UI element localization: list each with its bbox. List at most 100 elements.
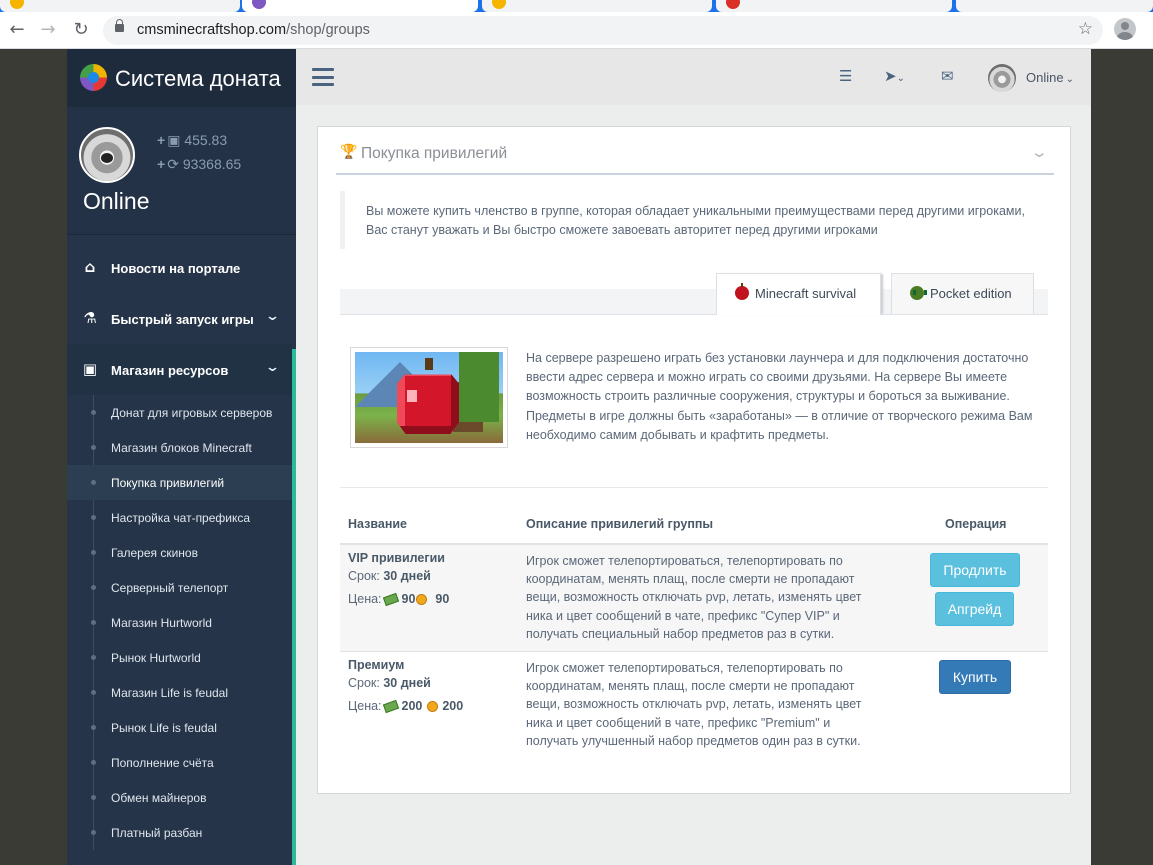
- sidebar-subitem[interactable]: Настройка чат-префикса: [67, 500, 292, 535]
- sidebar-subitem[interactable]: Серверный телепорт: [67, 570, 292, 605]
- balance-coins-value: 93368.65: [182, 156, 242, 172]
- avatar[interactable]: [79, 127, 135, 183]
- game-image: [350, 347, 508, 448]
- sidebar-subitem-label: Рынок Life is feudal: [111, 721, 217, 735]
- column-header: Описание привилегий группы: [526, 517, 714, 531]
- chevron-down-icon: ⌄: [264, 360, 281, 375]
- sidebar-subitem[interactable]: Платный разбан: [67, 815, 292, 850]
- bullet-icon: [91, 480, 96, 485]
- group-price: Цена: 200 200: [348, 699, 464, 714]
- bookmark-star-icon[interactable]: ☆: [1078, 19, 1093, 39]
- user-status: Online: [83, 188, 150, 214]
- sidebar-item-news[interactable]: ⌂ Новости на портале: [67, 242, 292, 293]
- reload-icon[interactable]: ↻: [69, 18, 93, 42]
- url-path: /shop/groups: [286, 22, 370, 38]
- favicon-icon: [10, 0, 24, 9]
- tab-label: Pocket edition: [930, 286, 1012, 301]
- upgrade-button[interactable]: Апгрейд: [935, 592, 1014, 626]
- plus-icon: +: [157, 132, 166, 148]
- top-header: ☰ ➤⌄ ✉ Online ⌄: [296, 49, 1091, 105]
- refresh-icon: ⟳: [167, 156, 179, 172]
- sidebar-subitem[interactable]: Пополнение счёта: [67, 745, 292, 780]
- user-status: Online: [1026, 70, 1064, 85]
- tab-pocket-edition[interactable]: Pocket edition: [891, 273, 1034, 314]
- price-coins: 90: [435, 592, 450, 606]
- sidebar-item-label: Быстрый запуск игры: [111, 312, 254, 327]
- brand[interactable]: Система доната: [67, 49, 296, 107]
- address-bar[interactable]: cmsminecraftshop.com/shop/groups ☆: [103, 16, 1103, 45]
- avatar[interactable]: [988, 64, 1016, 92]
- bullet-icon: [91, 620, 96, 625]
- price-coins: 200: [442, 699, 464, 713]
- url-host: cmsminecraftshop.com: [137, 22, 287, 38]
- hamburger-menu-icon[interactable]: [312, 68, 334, 86]
- mail-icon[interactable]: ✉: [941, 67, 954, 85]
- tab-minecraft-survival[interactable]: Minecraft survival: [716, 273, 881, 315]
- favicon-icon: [726, 0, 740, 9]
- user-menu[interactable]: Online ⌄: [1026, 70, 1074, 85]
- balance-money-value: 455.83: [184, 132, 228, 148]
- money-icon: [382, 700, 399, 714]
- collapse-chevron-icon[interactable]: ⌄: [1030, 143, 1049, 161]
- group-name: Премиум: [348, 658, 405, 672]
- group-term: Срок: 30 дней: [348, 676, 431, 690]
- sidebar-subitem-active[interactable]: Покупка привилегий: [67, 465, 292, 500]
- browser-tab[interactable]: [482, 0, 712, 12]
- telegram-icon[interactable]: ➤⌄: [884, 67, 905, 85]
- bullet-icon: [91, 445, 96, 450]
- group-term: Срок: 30 дней: [348, 569, 431, 583]
- page-right-backdrop: [1091, 49, 1153, 865]
- divider: [340, 487, 1048, 488]
- lock-icon: [115, 19, 124, 32]
- bullet-icon: [91, 550, 96, 555]
- sidebar-subitem[interactable]: Рынок Hurtworld: [67, 640, 292, 675]
- extend-button[interactable]: Продлить: [930, 553, 1020, 587]
- trophy-icon: 🏆: [340, 144, 358, 160]
- browser-tab[interactable]: [0, 0, 240, 12]
- term-value: 30 дней: [383, 569, 431, 583]
- sidebar-subitem[interactable]: Магазин блоков Minecraft: [67, 430, 292, 465]
- term-value: 30 дней: [383, 676, 431, 690]
- sidebar-subitem-label: Настройка чат-префикса: [111, 511, 251, 525]
- price-money: 200: [401, 699, 423, 713]
- chevron-down-icon: ⌄: [1065, 74, 1074, 85]
- browser-tab[interactable]: [716, 0, 952, 12]
- sidebar-item-resource-shop[interactable]: ▣ Магазин ресурсов ⌄: [67, 344, 292, 395]
- price-label: Цена:: [348, 592, 382, 606]
- sidebar-submenu: Донат для игровых серверов Магазин блоко…: [67, 395, 292, 850]
- back-arrow-icon[interactable]: ←: [5, 18, 29, 42]
- browser-profile-icon[interactable]: [1114, 18, 1136, 40]
- sidebar-subitem[interactable]: Обмен майнеров: [67, 780, 292, 815]
- sidebar-subitem-label: Магазин блоков Minecraft: [111, 441, 252, 455]
- browser-toolbar: ← → ↻ cmsminecraftshop.com/shop/groups ☆: [0, 12, 1153, 49]
- forward-arrow-icon[interactable]: →: [36, 18, 60, 42]
- flask-icon: ⚗: [83, 309, 97, 327]
- info-note: Вы можете купить членство в группе, кото…: [340, 191, 1048, 249]
- sidebar-subitem[interactable]: Донат для игровых серверов: [67, 395, 292, 430]
- sidebar-item-quick-launch[interactable]: ⚗ Быстрый запуск игры ⌄: [67, 293, 292, 344]
- favicon-icon: [492, 0, 506, 9]
- sidebar-subitem-label: Магазин Life is feudal: [111, 686, 228, 700]
- favicon-icon: [252, 0, 266, 9]
- url-text[interactable]: cmsminecraftshop.com/shop/groups: [137, 22, 370, 38]
- table-row: Премиум Срок: 30 дней Цена: 200 200 Игрок…: [340, 652, 1048, 762]
- price-money: 90: [401, 592, 416, 606]
- bullet-icon: [91, 410, 96, 415]
- bullet-icon: [91, 830, 96, 835]
- sidebar-subitem[interactable]: Рынок Life is feudal: [67, 710, 292, 745]
- column-header: Название: [348, 517, 408, 531]
- server-list-icon[interactable]: ☰: [839, 67, 852, 85]
- balance-money[interactable]: + ▣ 455.83: [157, 132, 227, 149]
- game-description: На сервере разрешено играть без установк…: [526, 351, 1033, 442]
- balance-coins[interactable]: + ⟳ 93368.65: [157, 156, 241, 173]
- browser-tab-active[interactable]: [242, 0, 478, 12]
- buy-button[interactable]: Купить: [939, 660, 1011, 694]
- sidebar-subitem[interactable]: Магазин Hurtworld: [67, 605, 292, 640]
- apple-icon: [735, 283, 749, 300]
- sidebar-subitem[interactable]: Магазин Life is feudal: [67, 675, 292, 710]
- sidebar-subitem[interactable]: Галерея скинов: [67, 535, 292, 570]
- sidebar-item-label: Магазин ресурсов: [111, 363, 229, 378]
- sidebar-item-label: Новости на портале: [111, 261, 241, 276]
- browser-tab[interactable]: [956, 0, 1153, 12]
- sidebar: Система доната + ▣ 455.83 + ⟳ 93368.65 Onl…: [67, 49, 296, 865]
